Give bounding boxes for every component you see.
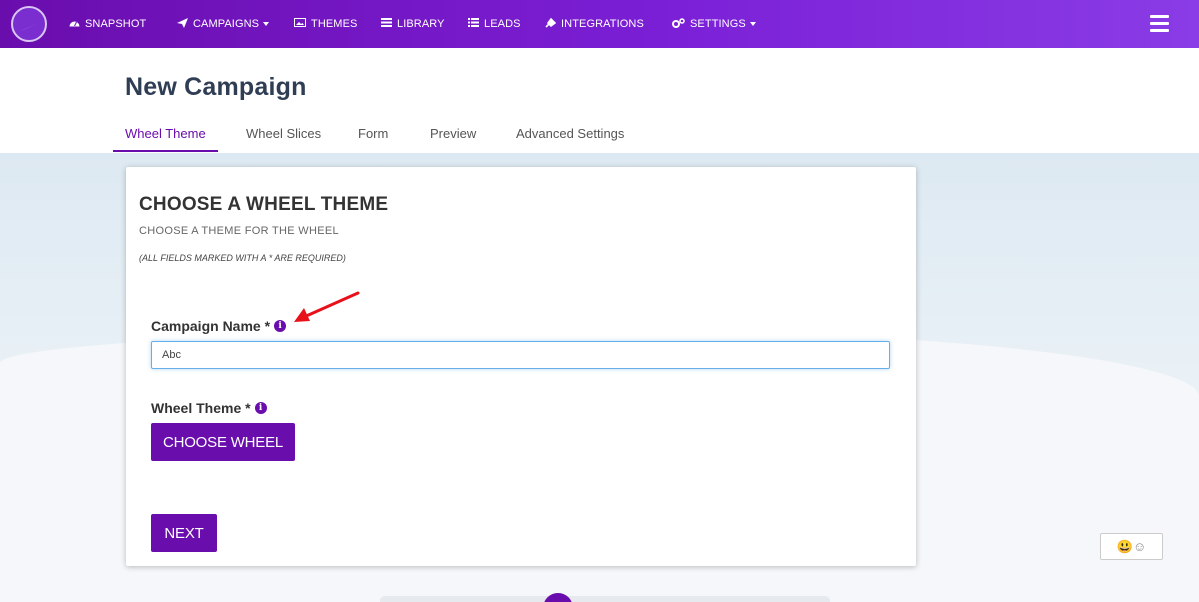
hamburger-menu-icon[interactable] xyxy=(1150,15,1169,32)
nav-item-label: SNAPSHOT xyxy=(85,18,147,30)
campaign-name-label: Campaign Name * i xyxy=(151,318,287,334)
emoji-icon: 😃☺ xyxy=(1116,538,1147,554)
nav-item-label: LEADS xyxy=(484,18,521,30)
nav-item-leads[interactable]: LEADS xyxy=(468,16,521,32)
image-icon xyxy=(294,18,306,30)
nav-item-integrations[interactable]: INTEGRATIONS xyxy=(545,16,644,32)
tab-preview[interactable]: Preview xyxy=(430,126,476,141)
cogs-icon xyxy=(672,17,685,31)
bottom-panel xyxy=(380,596,830,602)
nav-item-label: INTEGRATIONS xyxy=(561,18,644,30)
info-icon[interactable]: i xyxy=(254,402,267,414)
chevron-down-icon xyxy=(263,22,270,26)
chevron-down-icon xyxy=(749,22,756,26)
campaign-name-label-text: Campaign Name * xyxy=(151,318,271,334)
list-icon xyxy=(468,18,479,30)
app-logo[interactable] xyxy=(11,6,47,42)
card-subtitle: CHOOSE A THEME FOR THE WHEEL xyxy=(139,225,339,237)
page-title: New Campaign xyxy=(125,73,307,101)
tab-advanced-settings[interactable]: Advanced Settings xyxy=(516,126,624,141)
active-tab-indicator xyxy=(113,150,218,152)
logo-mark-icon xyxy=(20,23,39,31)
tab-wheel-theme[interactable]: Wheel Theme xyxy=(125,126,206,141)
required-fields-note: (ALL FIELDS MARKED WITH A * ARE REQUIRED… xyxy=(139,253,346,263)
nav-item-label: SETTINGS xyxy=(690,18,746,30)
nav-item-label: CAMPAIGNS xyxy=(193,18,260,30)
tab-form[interactable]: Form xyxy=(358,126,388,141)
nav-item-campaigns[interactable]: CAMPAIGNS xyxy=(177,16,270,32)
nav-item-label: THEMES xyxy=(311,18,358,30)
card-title: CHOOSE A WHEEL THEME xyxy=(139,194,389,215)
next-button[interactable]: NEXT xyxy=(151,514,217,552)
top-navbar: SNAPSHOT CAMPAIGNS THEMES LIBRARY LEADS … xyxy=(0,0,1199,48)
paper-plane-icon xyxy=(177,17,188,31)
wheel-theme-label: Wheel Theme * i xyxy=(151,400,267,416)
nav-item-library[interactable]: LIBRARY xyxy=(381,16,445,32)
feedback-widget[interactable]: 😃☺ xyxy=(1100,533,1163,560)
nav-item-settings[interactable]: SETTINGS xyxy=(672,16,756,32)
info-icon[interactable]: i xyxy=(274,320,287,332)
tab-wheel-slices[interactable]: Wheel Slices xyxy=(246,126,321,141)
choose-wheel-button[interactable]: CHOOSE WHEEL xyxy=(151,423,295,461)
list-alt-icon xyxy=(381,18,392,30)
dashboard-icon xyxy=(69,18,80,30)
campaign-name-input[interactable] xyxy=(151,341,890,369)
nav-item-snapshot[interactable]: SNAPSHOT xyxy=(69,16,146,32)
nav-item-label: LIBRARY xyxy=(397,18,445,30)
nav-item-themes[interactable]: THEMES xyxy=(294,16,357,32)
wheel-theme-card: CHOOSE A WHEEL THEME CHOOSE A THEME FOR … xyxy=(126,167,916,566)
wheel-theme-label-text: Wheel Theme * xyxy=(151,400,251,416)
annotation-arrow-icon xyxy=(294,291,360,322)
plug-icon xyxy=(545,17,557,31)
